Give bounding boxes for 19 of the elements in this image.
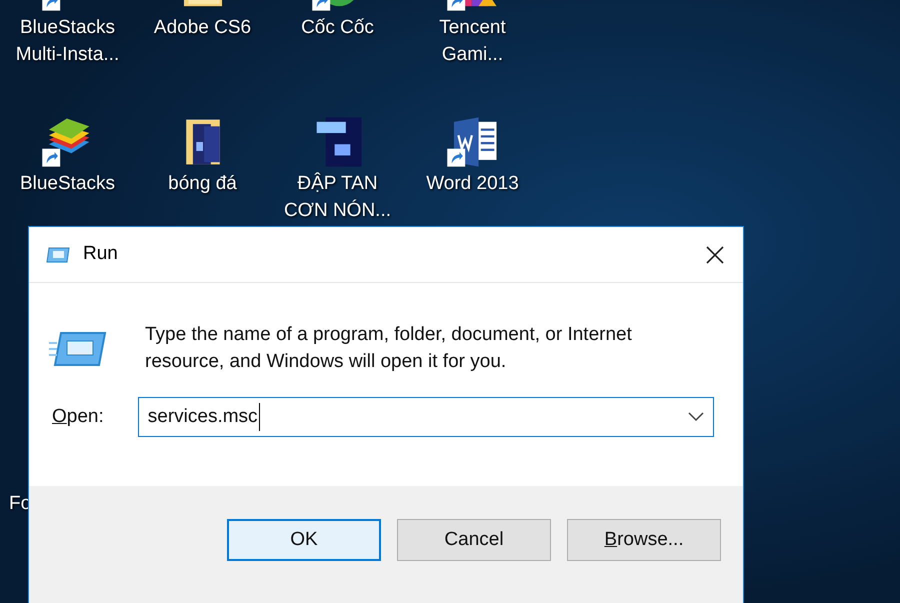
- dialog-button[interactable]: Cancel: [397, 519, 551, 561]
- window-title: Run: [83, 242, 118, 266]
- instruction-text: Type the name of a program, folder, document, or Internet resource, and Windows will open it for you.: [145, 323, 633, 374]
- icon-label[interactable]: Word 2013: [412, 170, 534, 197]
- open-combo-field[interactable]: services.msc: [138, 397, 714, 437]
- run-icon: [45, 246, 71, 264]
- icon-label[interactable]: ĐẬP TAN CƠN NÓN...: [276, 170, 398, 224]
- icon-label[interactable]: BlueStacks Multi-Insta...: [6, 14, 128, 68]
- icon-label[interactable]: Cốc Cốc: [276, 14, 398, 41]
- icon-label[interactable]: BlueStacks: [6, 170, 128, 197]
- dialog-button[interactable]: OK: [227, 519, 381, 561]
- icon-label[interactable]: Tencent Gami...: [412, 14, 534, 68]
- dropdown-icon[interactable]: [688, 412, 704, 422]
- icon-label[interactable]: Adobe CS6: [142, 14, 264, 41]
- open-label: Open:: [52, 404, 104, 429]
- run-icon: [49, 329, 109, 369]
- close-icon[interactable]: [705, 244, 725, 264]
- dialog-button[interactable]: Browse...: [567, 519, 721, 561]
- icon-label[interactable]: bóng đá: [142, 170, 264, 197]
